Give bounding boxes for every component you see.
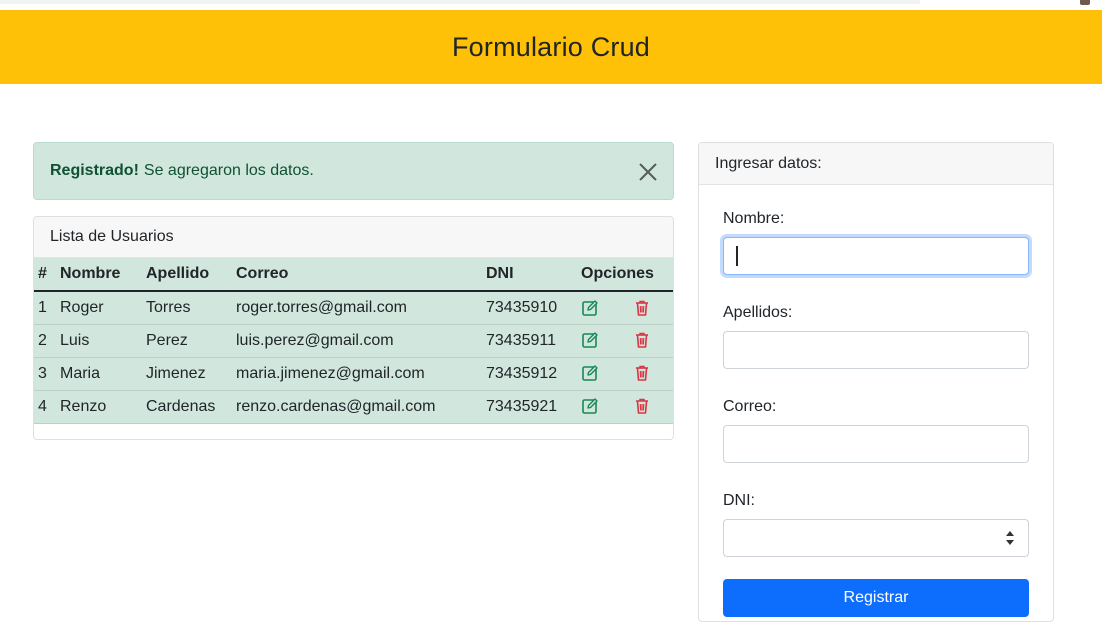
cell-dni: 73435911: [482, 324, 577, 357]
nombre-input[interactable]: [723, 237, 1029, 275]
apellidos-label: Apellidos:: [723, 303, 1029, 323]
col-header-apellido: Apellido: [142, 258, 232, 291]
cell-opciones: [577, 324, 673, 357]
alert-message: Se agregaron los datos.: [144, 162, 314, 180]
page-header: Formulario Crud: [0, 10, 1102, 84]
cell-dni: 73435910: [482, 291, 577, 324]
col-header-dni: DNI: [482, 258, 577, 291]
user-list-header: Lista de Usuarios: [34, 217, 673, 258]
text-caret: [736, 246, 738, 266]
trash-icon[interactable]: [633, 364, 651, 382]
user-table: # Nombre Apellido Correo DNI Opciones 1 …: [34, 258, 673, 424]
table-row: 3 Maria Jimenez maria.jimenez@gmail.com …: [34, 357, 673, 390]
close-icon[interactable]: [637, 161, 659, 183]
cell-nombre: Maria: [56, 357, 142, 390]
col-header-num: #: [34, 258, 56, 291]
address-bar-edge: [0, 0, 920, 4]
cell-correo: roger.torres@gmail.com: [232, 291, 482, 324]
register-button[interactable]: Registrar: [723, 579, 1029, 617]
cell-num: 2: [34, 324, 56, 357]
page-title: Formulario Crud: [452, 32, 650, 63]
dni-input[interactable]: [723, 519, 1029, 557]
edit-icon[interactable]: [581, 299, 599, 317]
correo-input[interactable]: [723, 425, 1029, 463]
window-scroll-thumb[interactable]: [1080, 0, 1090, 5]
trash-icon[interactable]: [633, 331, 651, 349]
form-header: Ingresar datos:: [699, 143, 1053, 185]
trash-icon[interactable]: [633, 299, 651, 317]
browser-top-strip: [0, 0, 1102, 10]
cell-dni: 73435921: [482, 390, 577, 423]
cell-apellido: Perez: [142, 324, 232, 357]
field-apellidos: Apellidos:: [723, 303, 1029, 369]
apellidos-input[interactable]: [723, 331, 1029, 369]
nombre-label: Nombre:: [723, 209, 1029, 229]
cell-opciones: [577, 390, 673, 423]
cell-num: 3: [34, 357, 56, 390]
edit-icon[interactable]: [581, 397, 599, 415]
cell-num: 4: [34, 390, 56, 423]
field-correo: Correo:: [723, 397, 1029, 463]
cell-apellido: Jimenez: [142, 357, 232, 390]
edit-icon[interactable]: [581, 331, 599, 349]
cell-correo: maria.jimenez@gmail.com: [232, 357, 482, 390]
cell-opciones: [577, 357, 673, 390]
cell-num: 1: [34, 291, 56, 324]
success-alert: Registrado! Se agregaron los datos.: [33, 142, 674, 200]
table-row: 2 Luis Perez luis.perez@gmail.com 734359…: [34, 324, 673, 357]
cell-nombre: Luis: [56, 324, 142, 357]
cell-nombre: Renzo: [56, 390, 142, 423]
field-nombre: Nombre:: [723, 209, 1029, 275]
cell-correo: luis.perez@gmail.com: [232, 324, 482, 357]
edit-icon[interactable]: [581, 364, 599, 382]
field-dni: DNI:: [723, 491, 1029, 557]
number-spinner-icon[interactable]: [1005, 529, 1015, 547]
col-header-nombre: Nombre: [56, 258, 142, 291]
user-list-card: Lista de Usuarios # Nombre Apellido Corr…: [33, 216, 674, 440]
data-entry-card: Ingresar datos: Nombre: Apellidos: Corre…: [698, 142, 1054, 622]
correo-label: Correo:: [723, 397, 1029, 417]
cell-apellido: Cardenas: [142, 390, 232, 423]
table-row: 1 Roger Torres roger.torres@gmail.com 73…: [34, 291, 673, 324]
cell-opciones: [577, 291, 673, 324]
cell-nombre: Roger: [56, 291, 142, 324]
form-body: Nombre: Apellidos: Correo: DNI: Registra…: [699, 185, 1053, 617]
dni-label: DNI:: [723, 491, 1029, 511]
cell-dni: 73435912: [482, 357, 577, 390]
alert-strong-text: Registrado!: [50, 162, 139, 180]
table-row: 4 Renzo Cardenas renzo.cardenas@gmail.co…: [34, 390, 673, 423]
cell-correo: renzo.cardenas@gmail.com: [232, 390, 482, 423]
col-header-correo: Correo: [232, 258, 482, 291]
cell-apellido: Torres: [142, 291, 232, 324]
col-header-opciones: Opciones: [577, 258, 673, 291]
table-header-row: # Nombre Apellido Correo DNI Opciones: [34, 258, 673, 291]
trash-icon[interactable]: [633, 397, 651, 415]
